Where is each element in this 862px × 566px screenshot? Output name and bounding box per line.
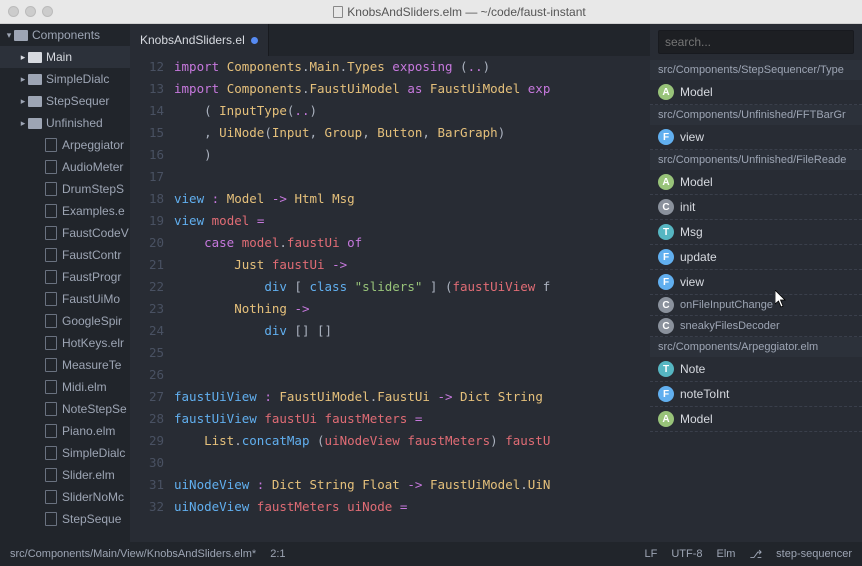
symbol-badge-icon: T (658, 224, 674, 240)
result-item[interactable]: Fupdate (650, 245, 862, 270)
result-label: Model (680, 85, 713, 99)
symbol-badge-icon: A (658, 84, 674, 100)
tree-row[interactable]: ▸Main (0, 46, 130, 68)
tree-row[interactable]: SimpleDialc (0, 442, 130, 464)
result-item[interactable]: Fview (650, 270, 862, 295)
tree-row[interactable]: AudioMeter (0, 156, 130, 178)
tree-row[interactable]: Slider.elm (0, 464, 130, 486)
symbol-badge-icon: F (658, 249, 674, 265)
status-path[interactable]: src/Components/Main/View/KnobsAndSliders… (10, 548, 256, 560)
tree-row[interactable]: ▸SimpleDialc (0, 68, 130, 90)
status-encoding[interactable]: UTF-8 (671, 548, 702, 560)
search-input[interactable] (658, 30, 854, 54)
result-label: update (680, 250, 717, 264)
tab-active[interactable]: KnobsAndSliders.el (130, 24, 269, 56)
document-icon (333, 6, 343, 18)
symbol-badge-icon: C (658, 297, 674, 313)
result-item[interactable]: ConFileInputChange (650, 295, 862, 316)
tree-row[interactable]: HotKeys.elr (0, 332, 130, 354)
max-dot[interactable] (42, 6, 53, 17)
result-item[interactable]: CsneakyFilesDecoder (650, 316, 862, 337)
min-dot[interactable] (25, 6, 36, 17)
result-item[interactable]: A Model (650, 407, 862, 432)
file-tree[interactable]: ▾Components▸Main▸SimpleDialc▸StepSequer▸… (0, 24, 130, 542)
tree-row[interactable]: ▸Unfinished (0, 112, 130, 134)
result-label: view (680, 275, 704, 289)
symbols-panel: src/Components/StepSequencer/Type A Model s… (650, 24, 862, 542)
result-file-header[interactable]: src/Components/Unfinished/FFTBarGr (650, 105, 862, 125)
result-label: Model (680, 412, 713, 426)
result-item[interactable]: T Msg (650, 220, 862, 245)
result-label: init (680, 200, 695, 214)
tree-row[interactable]: Arpeggiator (0, 134, 130, 156)
tree-row[interactable]: Examples.e (0, 200, 130, 222)
tree-row[interactable]: NoteStepSe (0, 398, 130, 420)
result-file-header[interactable]: src/Components/Unfinished/FileReade (650, 150, 862, 170)
tree-row[interactable]: FaustProgr (0, 266, 130, 288)
symbol-badge-icon: A (658, 174, 674, 190)
tab-label: KnobsAndSliders.el (140, 33, 245, 47)
tree-row[interactable]: DrumStepS (0, 178, 130, 200)
symbol-badge-icon: C (658, 318, 674, 334)
result-item[interactable]: Cinit (650, 195, 862, 220)
symbol-badge-icon: T (658, 361, 674, 377)
git-branch-icon: ⎇ (749, 548, 762, 561)
results-list[interactable]: src/Components/StepSequencer/Type A Model s… (650, 60, 862, 542)
symbol-badge-icon: A (658, 411, 674, 427)
tree-row[interactable]: GoogleSpir (0, 310, 130, 332)
status-eol[interactable]: LF (645, 548, 658, 560)
symbol-badge-icon: F (658, 386, 674, 402)
editor-pane: KnobsAndSliders.el 121314151617181920212… (130, 24, 650, 542)
tab-bar[interactable]: KnobsAndSliders.el (130, 24, 650, 56)
symbol-badge-icon: F (658, 129, 674, 145)
tree-row[interactable]: FaustCodeV (0, 222, 130, 244)
result-label: Msg (680, 225, 703, 239)
tree-row[interactable]: FaustContr (0, 244, 130, 266)
window-controls[interactable] (8, 6, 53, 17)
result-item[interactable]: T Note (650, 357, 862, 382)
tree-row[interactable]: StepSeque (0, 508, 130, 530)
title-text: KnobsAndSliders.elm — ~/code/faust-insta… (347, 5, 585, 19)
result-item[interactable]: FnoteToInt (650, 382, 862, 407)
symbol-badge-icon: C (658, 199, 674, 215)
line-gutter: 1213141516171819202122232425262728293031… (130, 56, 174, 542)
result-item[interactable]: A Model (650, 170, 862, 195)
status-bar: src/Components/Main/View/KnobsAndSliders… (0, 542, 862, 566)
symbol-badge-icon: F (658, 274, 674, 290)
titlebar: KnobsAndSliders.elm — ~/code/faust-insta… (0, 0, 862, 24)
search-box (650, 24, 862, 60)
result-label: onFileInputChange (680, 299, 773, 311)
window-title: KnobsAndSliders.elm — ~/code/faust-insta… (65, 5, 854, 19)
code-lines[interactable]: import Components.Main.Types exposing (.… (174, 56, 650, 542)
status-branch[interactable]: step-sequencer (776, 548, 852, 560)
tree-row[interactable]: ▸StepSequer (0, 90, 130, 112)
tree-row[interactable]: FaustUiMo (0, 288, 130, 310)
result-file-header[interactable]: src/Components/StepSequencer/Type (650, 60, 862, 80)
tree-row[interactable]: Piano.elm (0, 420, 130, 442)
tree-row[interactable]: MeasureTe (0, 354, 130, 376)
result-file-header[interactable]: src/Components/Arpeggiator.elm (650, 337, 862, 357)
result-label: view (680, 130, 704, 144)
result-label: sneakyFilesDecoder (680, 320, 780, 332)
result-label: Model (680, 175, 713, 189)
result-item[interactable]: Fview (650, 125, 862, 150)
result-label: noteToInt (680, 387, 729, 401)
code-area[interactable]: 1213141516171819202122232425262728293031… (130, 56, 650, 542)
tree-row[interactable]: Midi.elm (0, 376, 130, 398)
result-item[interactable]: A Model (650, 80, 862, 105)
modified-dot-icon (251, 37, 258, 44)
tree-row[interactable]: SliderNoMc (0, 486, 130, 508)
tree-row[interactable]: ▾Components (0, 24, 130, 46)
result-label: Note (680, 362, 705, 376)
close-dot[interactable] (8, 6, 19, 17)
status-language[interactable]: Elm (717, 548, 736, 560)
status-cursor-pos[interactable]: 2:1 (270, 548, 285, 560)
